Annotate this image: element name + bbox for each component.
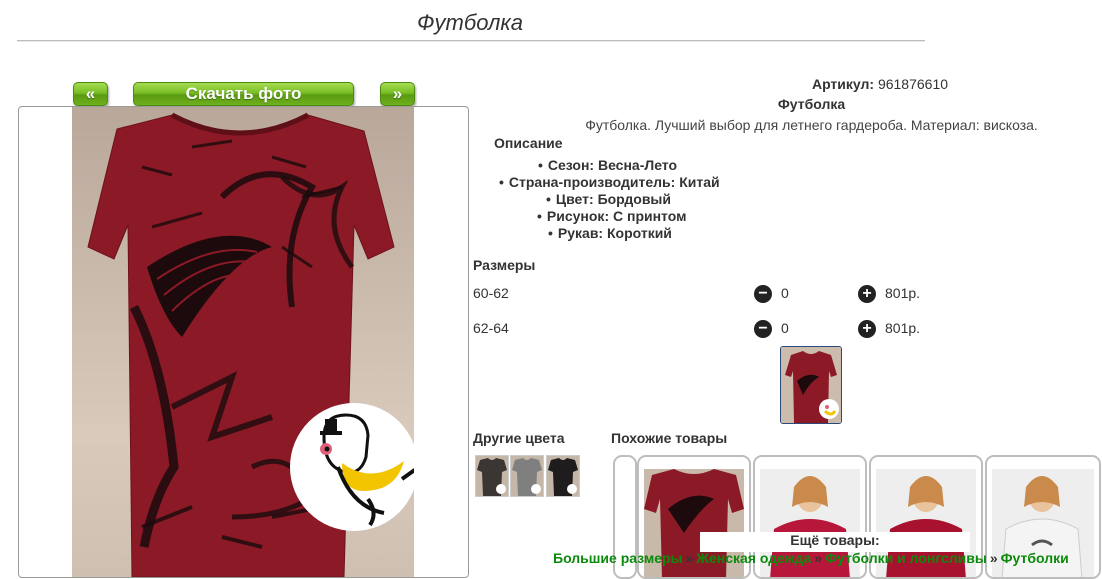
- selected-photo-thumbnail[interactable]: [780, 346, 842, 424]
- size-row: 62-64 − 0 + 801р.: [473, 320, 993, 340]
- breadcrumb-link[interactable]: Женская одежда: [696, 550, 811, 566]
- price: 801р.: [885, 285, 921, 301]
- more-products-heading: Ещё товары:: [700, 532, 970, 552]
- other-colors-heading: Другие цвета: [473, 430, 565, 446]
- attribute-country: Страна-производитель: Китай: [499, 174, 720, 190]
- breadcrumb-separator: »: [814, 550, 823, 566]
- sizes-heading: Размеры: [473, 257, 536, 273]
- quantity-value: 0: [781, 285, 789, 301]
- breadcrumb-link[interactable]: Футболки и лонгсливы: [825, 550, 987, 566]
- thumbnail-image: [781, 347, 841, 423]
- attribute-color: Цвет: Бордовый: [546, 191, 671, 207]
- attribute-season: Сезон: Весна-Лето: [538, 157, 677, 173]
- product-photo[interactable]: [72, 107, 414, 577]
- color-swatch-grey[interactable]: [510, 455, 544, 497]
- breadcrumb-link[interactable]: Большие размеры: [553, 550, 683, 566]
- next-photo-button[interactable]: »: [380, 82, 415, 106]
- attribute-pattern: Рисунок: С принтом: [537, 208, 687, 224]
- quantity-value: 0: [781, 320, 789, 336]
- article-label: Артикул:: [811, 76, 875, 92]
- breadcrumb-separator: »: [685, 550, 694, 566]
- plus-circle-icon[interactable]: +: [858, 320, 876, 338]
- size-label: 62-64: [473, 320, 509, 336]
- size-label: 60-62: [473, 285, 509, 301]
- attribute-sleeve: Рукав: Короткий: [548, 225, 672, 241]
- breadcrumb-separator: »: [989, 550, 998, 566]
- size-row: 60-62 − 0 + 801р.: [473, 285, 993, 305]
- title-divider: [17, 40, 925, 42]
- breadcrumb-link[interactable]: Футболки: [1001, 550, 1069, 566]
- download-photo-button[interactable]: Скачать фото: [133, 82, 354, 106]
- description-heading: Описание: [494, 135, 563, 151]
- color-swatch-black[interactable]: [546, 455, 580, 497]
- product-photo-frame: [18, 106, 469, 578]
- minus-circle-icon[interactable]: −: [754, 285, 772, 303]
- product-name: Футболка: [777, 96, 846, 112]
- price: 801р.: [885, 320, 921, 336]
- prev-photo-button[interactable]: «: [73, 82, 108, 106]
- minus-circle-icon[interactable]: −: [754, 320, 772, 338]
- article-line: Артикул: 961876610: [470, 76, 1102, 92]
- color-swatch-dark[interactable]: [475, 455, 509, 497]
- product-photo-image: [87, 112, 414, 577]
- similar-products-heading: Похожие товары: [611, 430, 728, 446]
- plus-circle-icon[interactable]: +: [858, 285, 876, 303]
- breadcrumb: Большие размеры» Женская одежда» Футболки …: [553, 550, 1069, 566]
- page-title: Футболка: [417, 10, 523, 35]
- product-description: Футболка. Лучший выбор для летнего гарде…: [585, 117, 1038, 133]
- article-value: 961876610: [877, 76, 949, 92]
- bird-logo-icon: [290, 403, 414, 531]
